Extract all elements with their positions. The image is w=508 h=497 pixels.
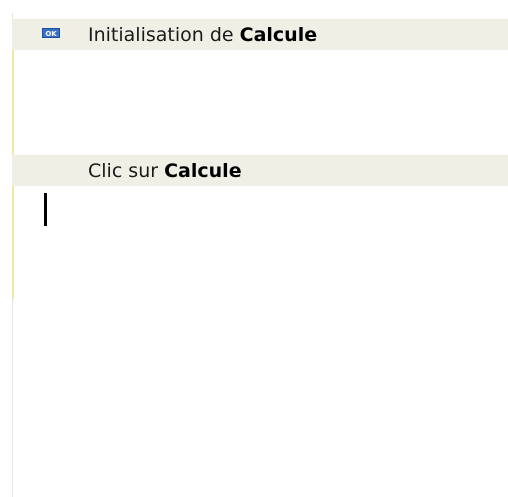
section-initialisation[interactable]: Initialisation de Calcule bbox=[12, 19, 508, 155]
editor-pane[interactable]: Initialisation de Calcule OK Clic sur Ca… bbox=[0, 0, 508, 497]
section-title-bold: Calcule bbox=[164, 160, 242, 182]
section-header[interactable]: Initialisation de Calcule bbox=[12, 19, 508, 50]
section-title-bold: Calcule bbox=[239, 24, 318, 46]
section-title-prefix: Clic sur bbox=[88, 160, 165, 182]
section-bar bbox=[12, 186, 14, 299]
section-clic[interactable]: Clic sur Calcule bbox=[12, 155, 508, 299]
section-title: Clic sur Calcule bbox=[88, 159, 242, 183]
section-header[interactable]: Clic sur Calcule bbox=[12, 155, 508, 186]
section-title: Initialisation de Calcule bbox=[88, 23, 317, 47]
ok-badge-icon: OK bbox=[42, 28, 60, 38]
text-cursor bbox=[44, 193, 47, 226]
section-title-prefix: Initialisation de bbox=[88, 24, 240, 46]
section-bar bbox=[12, 50, 14, 155]
